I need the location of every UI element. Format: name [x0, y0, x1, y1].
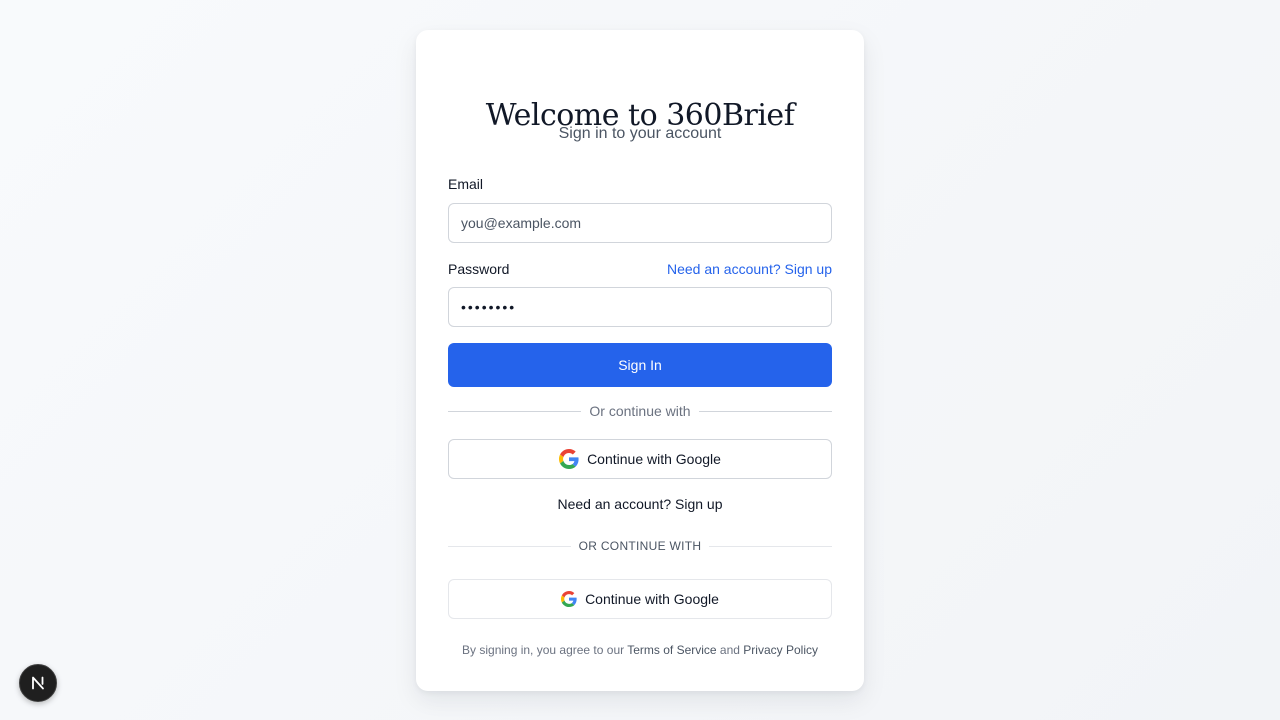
password-label: Password	[448, 261, 510, 277]
google-sign-in-button-secondary[interactable]: Continue with Google	[448, 579, 832, 619]
google-button-label: Continue with Google	[587, 451, 721, 467]
divider-line	[709, 545, 833, 547]
nextjs-icon[interactable]	[19, 664, 57, 702]
sign-in-card: Welcome to 360Brief Sign in to your acco…	[416, 30, 864, 691]
email-field[interactable]	[448, 203, 832, 243]
page-subtitle: Sign in to your account	[558, 125, 722, 142]
divider-text: Or continue with	[589, 403, 691, 419]
divider-text-secondary: OR CONTINUE WITH	[578, 539, 702, 553]
google-sign-in-button[interactable]: Continue with Google	[448, 439, 832, 479]
terms-link[interactable]: Terms of Service	[627, 643, 716, 657]
legal-prefix: By signing in, you agree to our	[462, 643, 628, 657]
divider: Or continue with	[448, 403, 833, 419]
divider-line	[698, 410, 833, 412]
signup-link-top[interactable]: Need an account? Sign up	[667, 261, 832, 277]
google-icon	[561, 591, 577, 607]
divider-secondary: OR CONTINUE WITH	[448, 539, 833, 553]
legal-and: and	[716, 643, 744, 657]
sign-in-button[interactable]: Sign In	[448, 343, 832, 387]
privacy-link[interactable]: Privacy Policy	[743, 643, 818, 657]
email-label: Email	[448, 176, 484, 192]
google-icon	[559, 449, 579, 469]
google-button-label-secondary: Continue with Google	[585, 591, 719, 607]
nextjs-logo-icon	[32, 676, 44, 690]
password-field[interactable]	[448, 287, 832, 327]
legal-note: By signing in, you agree to our Terms of…	[416, 643, 864, 657]
divider-line	[448, 410, 582, 412]
signup-link[interactable]: Need an account? Sign up	[416, 496, 864, 512]
divider-line	[448, 545, 571, 547]
